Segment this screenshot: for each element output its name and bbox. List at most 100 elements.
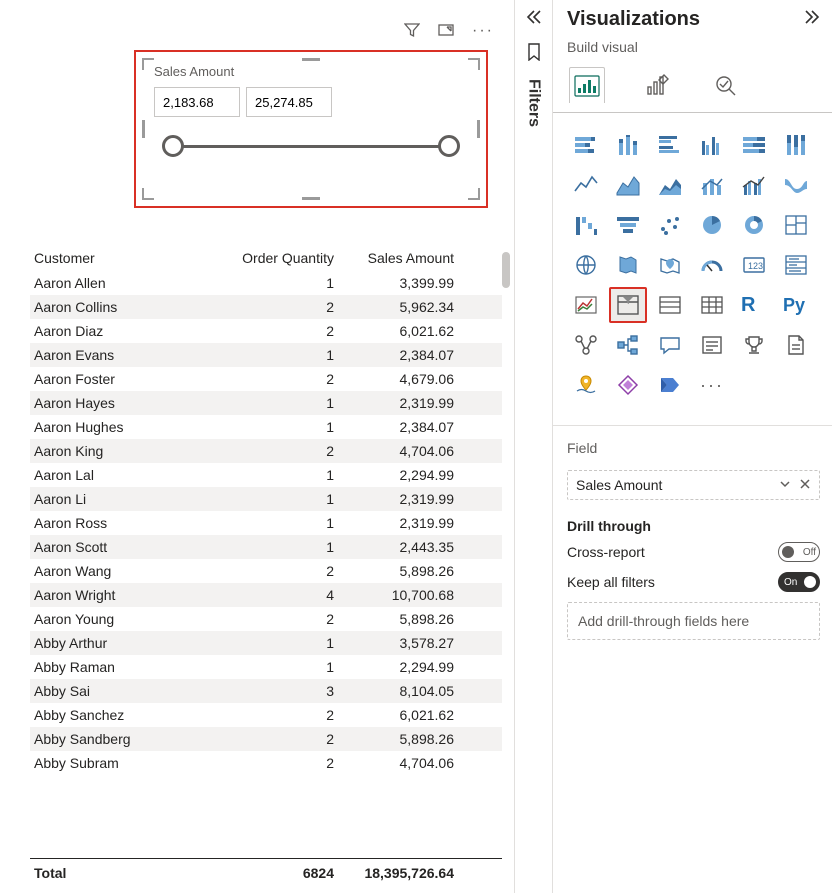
table-row[interactable]: Aaron Ross 1 2,319.99 [30,511,502,535]
viz-stacked-area[interactable] [651,167,689,203]
viz-clustered-column[interactable] [693,127,731,163]
viz-table[interactable] [651,287,689,323]
cell-customer: Aaron Wang [34,563,224,579]
viz-treemap[interactable] [777,207,815,243]
cell-sales: 8,104.05 [334,683,454,699]
viz-multi-row-card[interactable] [777,247,815,283]
viz-py-visual[interactable]: Py [777,287,815,323]
filters-pane-label[interactable]: Filters [525,79,543,127]
slicer-visual[interactable]: Sales Amount [134,50,488,208]
report-canvas[interactable]: ··· Sales Amount Customer Order Quantity… [0,0,514,893]
viz-r-visual[interactable]: R [735,287,773,323]
viz-paginated-report[interactable] [777,327,815,363]
viz-power-apps[interactable] [609,367,647,403]
viz-clustered-bar[interactable] [651,127,689,163]
scrollbar-thumb[interactable] [502,252,510,288]
table-row[interactable]: Aaron Wang 2 5,898.26 [30,559,502,583]
viz-smart-narrative[interactable] [693,327,731,363]
viz-more[interactable]: ··· [693,367,731,403]
remove-field-icon[interactable] [799,477,811,493]
table-row[interactable]: Aaron Hughes 1 2,384.07 [30,415,502,439]
viz-map[interactable] [567,247,605,283]
svg-text:Py: Py [783,295,805,315]
viz-kpi[interactable] [567,287,605,323]
viz-matrix[interactable] [693,287,731,323]
col-order-quantity[interactable]: Order Quantity [224,250,334,266]
visual-header-actions: ··· [404,22,494,41]
table-row[interactable]: Aaron Evans 1 2,384.07 [30,343,502,367]
more-options-icon[interactable]: ··· [472,22,494,41]
cell-customer: Aaron Young [34,611,224,627]
cell-customer: Aaron Collins [34,299,224,315]
cell-customer: Abby Subram [34,755,224,771]
cell-sales: 2,319.99 [334,395,454,411]
cell-sales: 2,319.99 [334,515,454,531]
table-row[interactable]: Abby Sai 3 8,104.05 [30,679,502,703]
cell-sales: 2,384.07 [334,347,454,363]
bookmark-icon[interactable] [526,43,542,61]
viz-ribbon[interactable] [777,167,815,203]
table-row[interactable]: Aaron Diaz 2 6,021.62 [30,319,502,343]
table-row[interactable]: Aaron Wright 4 10,700.68 [30,583,502,607]
table-row[interactable]: Aaron Collins 2 5,962.34 [30,295,502,319]
viz-area[interactable] [609,167,647,203]
tab-analytics[interactable] [709,67,745,103]
slider-thumb-max[interactable] [438,135,460,157]
viz-key-influencers[interactable] [567,327,605,363]
viz-100-stacked-column[interactable] [777,127,815,163]
filter-icon[interactable] [404,22,420,41]
table-row[interactable]: Abby Arthur 1 3,578.27 [30,631,502,655]
keep-all-filters-toggle[interactable]: On [778,572,820,592]
viz-pie[interactable] [693,207,731,243]
viz-power-automate[interactable] [651,367,689,403]
viz-slicer[interactable] [609,287,647,323]
viz-scatter[interactable] [651,207,689,243]
table-row[interactable]: Abby Raman 1 2,294.99 [30,655,502,679]
viz-line-clustered-column[interactable] [735,167,773,203]
viz-funnel[interactable] [609,207,647,243]
focus-mode-icon[interactable] [438,22,454,41]
viz-waterfall[interactable] [567,207,605,243]
slicer-max-input[interactable] [246,87,332,117]
field-well-item[interactable]: Sales Amount [567,470,820,500]
viz-100-stacked-bar[interactable] [735,127,773,163]
viz-line-stacked-column[interactable] [693,167,731,203]
viz-decomposition-tree[interactable] [609,327,647,363]
viz-card[interactable]: 123 [735,247,773,283]
table-row[interactable]: Abby Sandberg 2 5,898.26 [30,727,502,751]
slicer-range-slider[interactable] [162,131,460,161]
viz-filled-map[interactable] [609,247,647,283]
viz-stacked-bar[interactable] [567,127,605,163]
table-row[interactable]: Abby Sanchez 2 6,021.62 [30,703,502,727]
table-row[interactable]: Aaron King 2 4,704.06 [30,439,502,463]
expand-right-icon[interactable] [804,10,820,29]
collapse-left-icon[interactable] [526,10,542,29]
viz-donut[interactable] [735,207,773,243]
drill-through-dropzone[interactable]: Add drill-through fields here [567,602,820,640]
table-row[interactable]: Aaron Li 1 2,319.99 [30,487,502,511]
table-visual[interactable]: Customer Order Quantity Sales Amount Aar… [30,246,502,885]
cell-sales: 4,679.06 [334,371,454,387]
table-row[interactable]: Abby Subram 2 4,704.06 [30,751,502,775]
col-sales-amount[interactable]: Sales Amount [334,250,454,266]
tab-format-visual[interactable] [639,67,675,103]
table-row[interactable]: Aaron Lal 1 2,294.99 [30,463,502,487]
viz-line[interactable] [567,167,605,203]
table-row[interactable]: Aaron Hayes 1 2,319.99 [30,391,502,415]
chevron-down-icon[interactable] [779,477,791,493]
slider-thumb-min[interactable] [162,135,184,157]
viz-azure-map[interactable] [651,247,689,283]
table-row[interactable]: Aaron Scott 1 2,443.35 [30,535,502,559]
viz-goals[interactable] [735,327,773,363]
col-customer[interactable]: Customer [34,250,224,266]
viz-arcgis[interactable] [567,367,605,403]
table-row[interactable]: Aaron Young 2 5,898.26 [30,607,502,631]
table-row[interactable]: Aaron Allen 1 3,399.99 [30,271,502,295]
table-row[interactable]: Aaron Foster 2 4,679.06 [30,367,502,391]
viz-gauge[interactable] [693,247,731,283]
tab-build-visual[interactable] [569,67,605,103]
viz-stacked-column[interactable] [609,127,647,163]
slicer-min-input[interactable] [154,87,240,117]
viz-qna[interactable] [651,327,689,363]
cross-report-toggle[interactable]: Off [778,542,820,562]
